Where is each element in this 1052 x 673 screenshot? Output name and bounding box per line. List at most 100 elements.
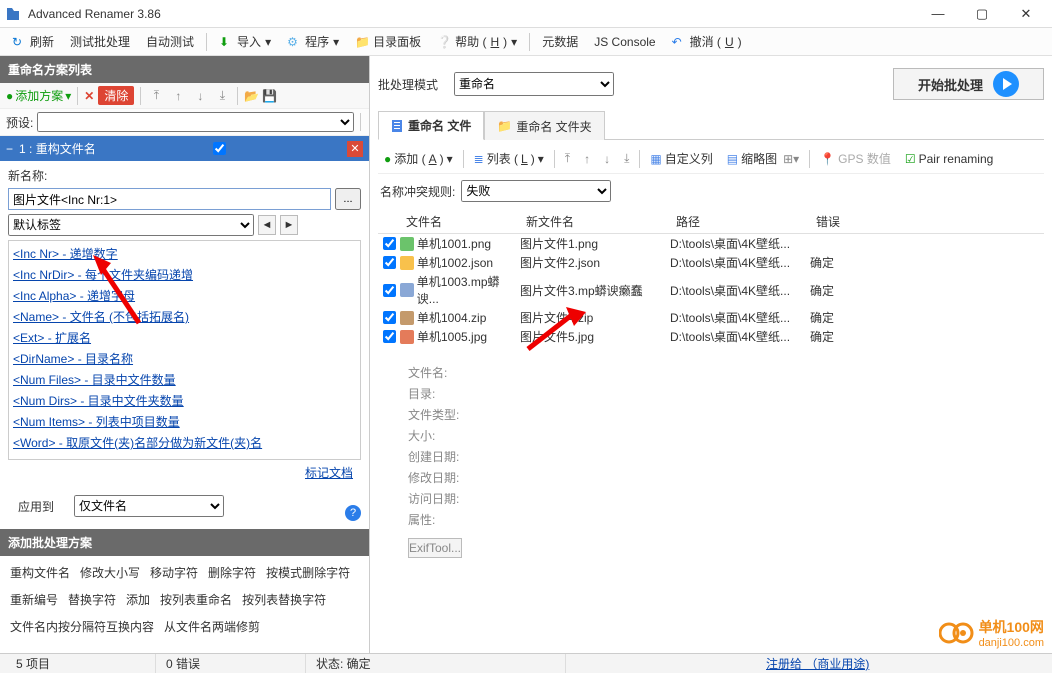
play-icon [993, 71, 1019, 97]
js-console-button[interactable]: JS Console [588, 33, 661, 51]
method-option[interactable]: 替换字符 [68, 591, 116, 608]
method-option[interactable]: 重构文件名 [10, 564, 70, 581]
tag-category-select[interactable]: 默认标签 [8, 214, 254, 236]
new-name-input[interactable] [8, 188, 331, 210]
tag-list[interactable]: <Inc Nr> - 递增数字 <Inc NrDir> - 每个文件夹编码递增 … [8, 240, 361, 460]
tag-doc-link[interactable]: 标记文档 [305, 466, 353, 480]
move-top-button[interactable]: ⤒ [561, 149, 574, 168]
method-option[interactable]: 文件名内按分隔符互换内容 [10, 618, 154, 635]
tag-link[interactable]: <Ext> - 扩展名 [13, 327, 356, 348]
tag-next-button[interactable]: ► [280, 215, 298, 235]
row-checkbox[interactable] [383, 237, 396, 250]
move-up-button[interactable]: ↑ [169, 87, 187, 105]
start-batch-button[interactable]: 开始批处理 [893, 68, 1044, 100]
custom-columns-button[interactable]: ▦自定义列 [646, 148, 716, 169]
col-path[interactable]: 路径 [670, 210, 810, 233]
tab-files[interactable]: 重命名 文件 [378, 111, 484, 140]
pin-icon: 📍 [820, 152, 835, 166]
tag-link[interactable]: <DirName> - 目录名称 [13, 348, 356, 369]
preset-select[interactable] [37, 112, 354, 132]
program-button[interactable]: ⚙程序 ▾ [281, 31, 345, 52]
register-link[interactable]: 注册给 （商业用途) [766, 655, 869, 672]
tag-prev-button[interactable]: ◄ [258, 215, 276, 235]
table-row[interactable]: 单机1001.png 图片文件1.png D:\tools\桌面\4K壁纸... [378, 234, 1044, 253]
row-checkbox[interactable] [383, 330, 396, 343]
move-down-button[interactable]: ↓ [191, 87, 209, 105]
method-enabled-checkbox[interactable] [213, 142, 226, 155]
method-option[interactable]: 按模式删除字符 [266, 564, 350, 581]
row-checkbox[interactable] [383, 284, 396, 297]
move-top-button[interactable]: ⤒ [147, 87, 165, 105]
add-files-button[interactable]: ●添加 (A) ▾ [380, 148, 457, 169]
list-button[interactable]: ≣列表 (L) ▾ [470, 148, 548, 169]
program-icon: ⚙ [287, 35, 301, 49]
test-batch-button[interactable]: 测试批处理 [64, 31, 136, 52]
tag-link[interactable]: <Num Files> - 目录中文件数量 [13, 369, 356, 390]
tag-link[interactable]: <Inc NrDir> - 每个文件夹编码递增 [13, 264, 356, 285]
file-type-icon [400, 283, 414, 297]
method-help-button[interactable]: ? [345, 505, 361, 521]
info-filename: 文件名: [408, 362, 1014, 383]
directory-panel-button[interactable]: 📁目录面板 [349, 31, 427, 52]
table-row[interactable]: 单机1004.zip 图片文件4.zip D:\tools\桌面\4K壁纸...… [378, 308, 1044, 327]
batch-mode-row: 批处理模式 重命名 开始批处理 [378, 62, 1044, 106]
file-toolbar: ●添加 (A) ▾ ≣列表 (L) ▾ ⤒ ↑ ↓ ⤓ ▦自定义列 ▤缩略图⊞▾… [378, 144, 1044, 174]
table-row[interactable]: 单机1005.jpg 图片文件5.jpg D:\tools\桌面\4K壁纸...… [378, 327, 1044, 346]
move-down-button[interactable]: ↓ [600, 150, 614, 168]
clear-methods-button[interactable]: 清除 [98, 86, 134, 105]
exif-tool-button[interactable]: ExifTool... [408, 538, 462, 558]
thumbnails-button[interactable]: ▤缩略图⊞▾ [723, 148, 803, 169]
method-option[interactable]: 修改大小写 [80, 564, 140, 581]
cell-filename: 单机1002.json [417, 254, 493, 271]
add-method-button[interactable]: ●添加方案 ▾ [6, 87, 71, 104]
method-option[interactable]: 删除字符 [208, 564, 256, 581]
gps-button[interactable]: 📍GPS 数值 [816, 148, 895, 169]
move-up-button[interactable]: ↑ [580, 150, 594, 168]
batch-mode-select[interactable]: 重命名 [454, 72, 614, 96]
method-option[interactable]: 移动字符 [150, 564, 198, 581]
maximize-button[interactable]: ▢ [960, 0, 1004, 28]
tag-link[interactable]: <Inc Nr> - 递增数字 [13, 243, 356, 264]
new-name-browse-button[interactable]: ... [335, 188, 361, 210]
row-checkbox[interactable] [383, 311, 396, 324]
col-filename[interactable]: 文件名 [400, 210, 520, 233]
method-option[interactable]: 重新编号 [10, 591, 58, 608]
auto-test-button[interactable]: 自动测试 [140, 31, 200, 52]
collapse-method-button[interactable]: − [6, 142, 13, 156]
close-button[interactable]: ✕ [1004, 0, 1048, 28]
tag-link[interactable]: <Name> - 文件名 (不包括拓展名) [13, 306, 356, 327]
metadata-button[interactable]: 元数据 [536, 31, 584, 52]
apply-to-select[interactable]: 仅文件名 [74, 495, 224, 517]
method-option[interactable]: 添加 [126, 591, 150, 608]
table-row[interactable]: 单机1003.mp蟒谀... 图片文件3.mp蟒谀癞蠢 D:\tools\桌面\… [378, 272, 1044, 308]
check-icon: ☑ [905, 152, 916, 166]
import-button[interactable]: ⬇导入 ▾ [213, 31, 277, 52]
move-bottom-button[interactable]: ⤓ [213, 87, 231, 105]
col-error[interactable]: 错误 [810, 210, 870, 233]
undo-button[interactable]: ↶撤消 (U) [666, 31, 748, 52]
tab-folders[interactable]: 📁 重命名 文件夹 [484, 111, 604, 140]
cell-newname: 图片文件4.zip [520, 309, 670, 326]
minimize-button[interactable]: ― [916, 0, 960, 28]
delete-method-button[interactable]: ✕ [84, 89, 94, 103]
table-row[interactable]: 单机1002.json 图片文件2.json D:\tools\桌面\4K壁纸.… [378, 253, 1044, 272]
help-button[interactable]: ❔帮助 (H) ▾ [431, 31, 523, 52]
method-option[interactable]: 从文件名两端修剪 [164, 618, 260, 635]
refresh-button[interactable]: ↻刷新 [6, 31, 60, 52]
method-option[interactable]: 按列表重命名 [160, 591, 232, 608]
move-bottom-button[interactable]: ⤓ [620, 149, 633, 168]
tag-link[interactable]: <Num Dirs> - 目录中文件夹数量 [13, 390, 356, 411]
cell-error: 确定 [810, 309, 870, 326]
method-close-button[interactable]: ✕ [347, 141, 363, 157]
save-button[interactable]: 💾 [262, 89, 277, 103]
info-filetype: 文件类型: [408, 404, 1014, 425]
tag-link[interactable]: <Word> - 取原文件(夹)名部分做为新文件(夹)名 [13, 432, 356, 453]
col-newname[interactable]: 新文件名 [520, 210, 670, 233]
pair-renaming-button[interactable]: ☑Pair renaming [901, 150, 997, 168]
tag-link[interactable]: <Num Items> - 列表中项目数量 [13, 411, 356, 432]
row-checkbox[interactable] [383, 256, 396, 269]
method-option[interactable]: 按列表替换字符 [242, 591, 326, 608]
conflict-select[interactable]: 失败 [461, 180, 611, 202]
open-folder-button[interactable]: 📂 [244, 89, 258, 103]
tag-link[interactable]: <Inc Alpha> - 递增字母 [13, 285, 356, 306]
